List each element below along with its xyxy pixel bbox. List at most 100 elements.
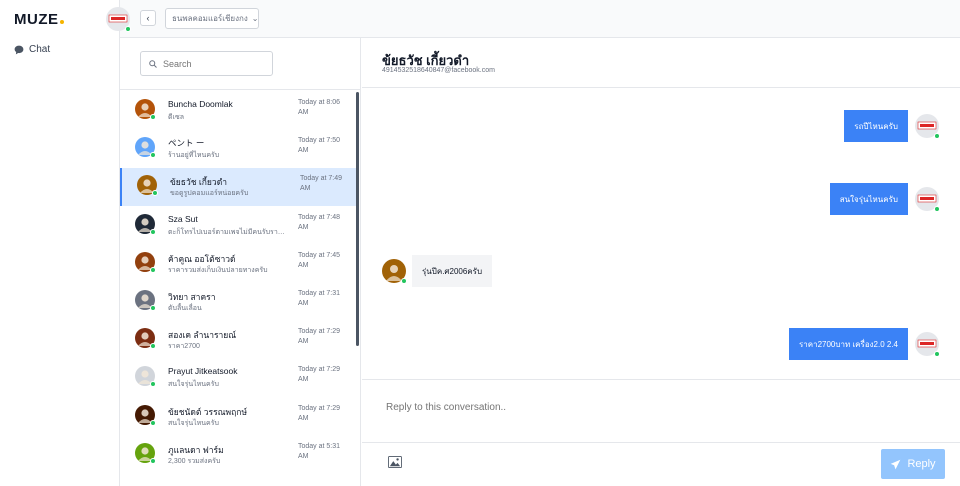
brand-logo[interactable]: MUZE	[14, 11, 64, 28]
outgoing-message: ราคา2700บาท เครื่อง2.0 2.4	[788, 328, 908, 360]
contact-name: ค้าคูณ ออโต้ซาวด์	[168, 253, 236, 264]
contact-avatar	[135, 366, 156, 388]
conversation-item[interactable]: ข้ยธวัช เกี้ยวดำขอดูรูปคอมแอร์หน่อยครับ T…	[120, 168, 356, 207]
message-thread: รถปีไหนครับสนใจรุ่นไหนครับรุ่นปีค.ศ2006ค…	[362, 88, 960, 378]
reply-button[interactable]: Reply	[881, 449, 945, 479]
contact-avatar	[382, 259, 407, 284]
chat-header: ข้ยธวัช เกี้ยวดำ 4914532518640847@facebo…	[362, 38, 960, 88]
top-bar: ‹ ธนพลคอมแอร์เชียงกง ⌄	[106, 0, 960, 38]
back-button[interactable]: ‹	[140, 10, 156, 26]
contact-name: Sza Sut	[168, 213, 198, 224]
contact-name: Prayut Jitkeatsook	[168, 366, 238, 377]
composer	[362, 379, 960, 443]
contact-name: ペント ー	[168, 138, 205, 149]
image-upload-icon[interactable]	[388, 456, 402, 468]
search-input[interactable]	[163, 58, 263, 69]
contact-avatar	[135, 328, 156, 350]
conversation-item[interactable]: ค้าคูณ ออโต้ซาวด์ราคารวมส่งเก็บเงินปลายท…	[120, 245, 356, 283]
chat-bubble-icon	[14, 45, 24, 54]
message-time: Today at 7:48 AM	[298, 213, 341, 231]
message-time: Today at 7:29 AM	[298, 404, 341, 422]
contact-name: ข้ยชนัดต์ วรรณพฤกษ์	[168, 406, 248, 417]
message-time: Today at 7:31 AM	[298, 290, 341, 307]
online-status-dot	[934, 351, 940, 357]
online-status-dot	[150, 152, 156, 159]
chevron-down-icon: ⌄	[251, 14, 259, 23]
search-box[interactable]	[140, 51, 273, 76]
online-status-dot	[934, 206, 940, 212]
user-avatar[interactable]	[106, 7, 131, 32]
message-preview: ราคา2700	[168, 343, 200, 351]
online-status-dot	[934, 133, 940, 139]
chevron-left-icon: ‹	[146, 13, 150, 23]
conversation-item[interactable]: Prayut Jitkeatsook สนใจรุ่นไหนครับ Today a…	[120, 359, 356, 397]
contact-avatar	[135, 442, 156, 464]
contact-name: ภูแลนดา ฟาร์ม	[168, 444, 224, 455]
search-icon	[149, 59, 157, 68]
send-icon	[891, 459, 901, 469]
contact-avatar	[135, 404, 156, 426]
composer-footer: Reply	[362, 443, 960, 486]
message-time: Today at 8:06 AM	[298, 99, 341, 116]
message-time: Today at 7:49 AM	[300, 175, 343, 193]
contact-name: ข้ยธวัช เกี้ยวดำ	[170, 177, 227, 188]
contact-avatar	[135, 99, 156, 120]
online-status-dot	[150, 419, 156, 426]
message-preview: ขอดูรูปคอมแอร์หน่อยครับ	[170, 190, 249, 198]
conversation-item[interactable]: ภูแลนดา ฟาร์ม 2,300 รวมส่งครับ Today at 5:…	[120, 436, 356, 474]
message-preview: ตับลื้นเลื่อน	[168, 305, 202, 312]
online-status-dot	[152, 190, 158, 197]
brand-dot-icon	[59, 20, 64, 24]
page-avatar	[915, 187, 940, 212]
message-preview: สนใจรุ่นไหนครับ	[168, 419, 219, 427]
message-preview: 2,300 รวมส่งครับ	[168, 457, 221, 465]
contact-avatar	[135, 213, 156, 235]
online-status-dot	[150, 343, 156, 350]
contact-avatar	[135, 137, 156, 159]
message-time: Today at 7:45 AM	[298, 251, 341, 269]
chat-contact-email: 4914532518640847@facebook.com	[382, 67, 495, 74]
conversation-list-panel: Buncha Doomlak ดีเซล Today at 8:06 AM ペント ー…	[120, 38, 361, 486]
outgoing-message: รถปีไหนครับ	[844, 110, 908, 142]
page-select[interactable]: ธนพลคอมแอร์เชียงกง ⌄	[165, 8, 259, 29]
conversation-item[interactable]: ข้ยชนัดต์ วรรณพฤกษ์สนใจรุ่นไหนครับ Today …	[120, 398, 356, 436]
page-select-value: ธนพลคอมแอร์เชียงกง	[172, 14, 248, 23]
contact-name: วิทยา สาครา	[168, 292, 216, 302]
online-status-dot	[150, 228, 156, 235]
message-preview: ดีเซล	[168, 114, 184, 121]
list-scrollbar[interactable]	[356, 92, 359, 346]
conversation-list[interactable]: Buncha Doomlak ดีเซล Today at 8:06 AM ペント ー…	[120, 89, 361, 486]
message-preview: ตะก็โทรไปเบอร์ตามเพจไม่มีคนรับรายละ...	[168, 228, 288, 236]
online-status-dot	[401, 278, 407, 284]
app-sidebar: MUZE Chat	[0, 0, 120, 486]
message-time: Today at 7:29 AM	[298, 366, 341, 384]
contact-avatar	[135, 290, 156, 311]
conversation-item[interactable]: ペント ー ร้านอยู่ที่ไหนครับ Today at 7:50 AM	[120, 130, 356, 168]
message-time: Today at 7:50 AM	[298, 137, 341, 155]
online-status-dot	[150, 457, 156, 464]
contact-name: Buncha Doomlak	[168, 99, 233, 109]
online-status-dot	[150, 305, 156, 311]
conversation-item[interactable]: Buncha Doomlak ดีเซล Today at 8:06 AM	[120, 92, 356, 130]
conversation-item[interactable]: สองเค ลำนารายณ์ราคา2700 Today at 7:29 AM	[120, 321, 356, 359]
message-time: Today at 7:29 AM	[298, 328, 341, 346]
online-status-dot	[125, 26, 131, 32]
outgoing-message: สนใจรุ่นไหนครับ	[829, 183, 908, 215]
online-status-dot	[150, 381, 156, 388]
page-avatar	[915, 114, 940, 139]
incoming-message: รุ่นปีค.ศ2006ครับ	[412, 255, 493, 287]
nav-item-label: Chat	[29, 44, 51, 55]
message-preview: ราคารวมส่งเก็บเงินปลายทางครับ	[168, 266, 268, 274]
reply-textarea[interactable]	[386, 402, 926, 422]
message-preview: ร้านอยู่ที่ไหนครับ	[168, 152, 220, 160]
conversation-item[interactable]: วิทยา สาคราตับลื้นเลื่อน Today at 7:31 AM	[120, 283, 356, 321]
conversation-item[interactable]: Sza Sut ตะก็โทรไปเบอร์ตามเพจไม่มีคนรับราย…	[120, 207, 356, 245]
online-status-dot	[150, 114, 156, 120]
message-preview: สนใจรุ่นไหนครับ	[168, 381, 219, 389]
reply-button-label: Reply	[907, 458, 936, 470]
nav-item-chat[interactable]: Chat	[14, 44, 50, 55]
online-status-dot	[150, 266, 156, 273]
contact-name: สองเค ลำนารายณ์	[168, 330, 237, 341]
contact-avatar	[137, 175, 158, 197]
page-avatar	[915, 332, 940, 357]
